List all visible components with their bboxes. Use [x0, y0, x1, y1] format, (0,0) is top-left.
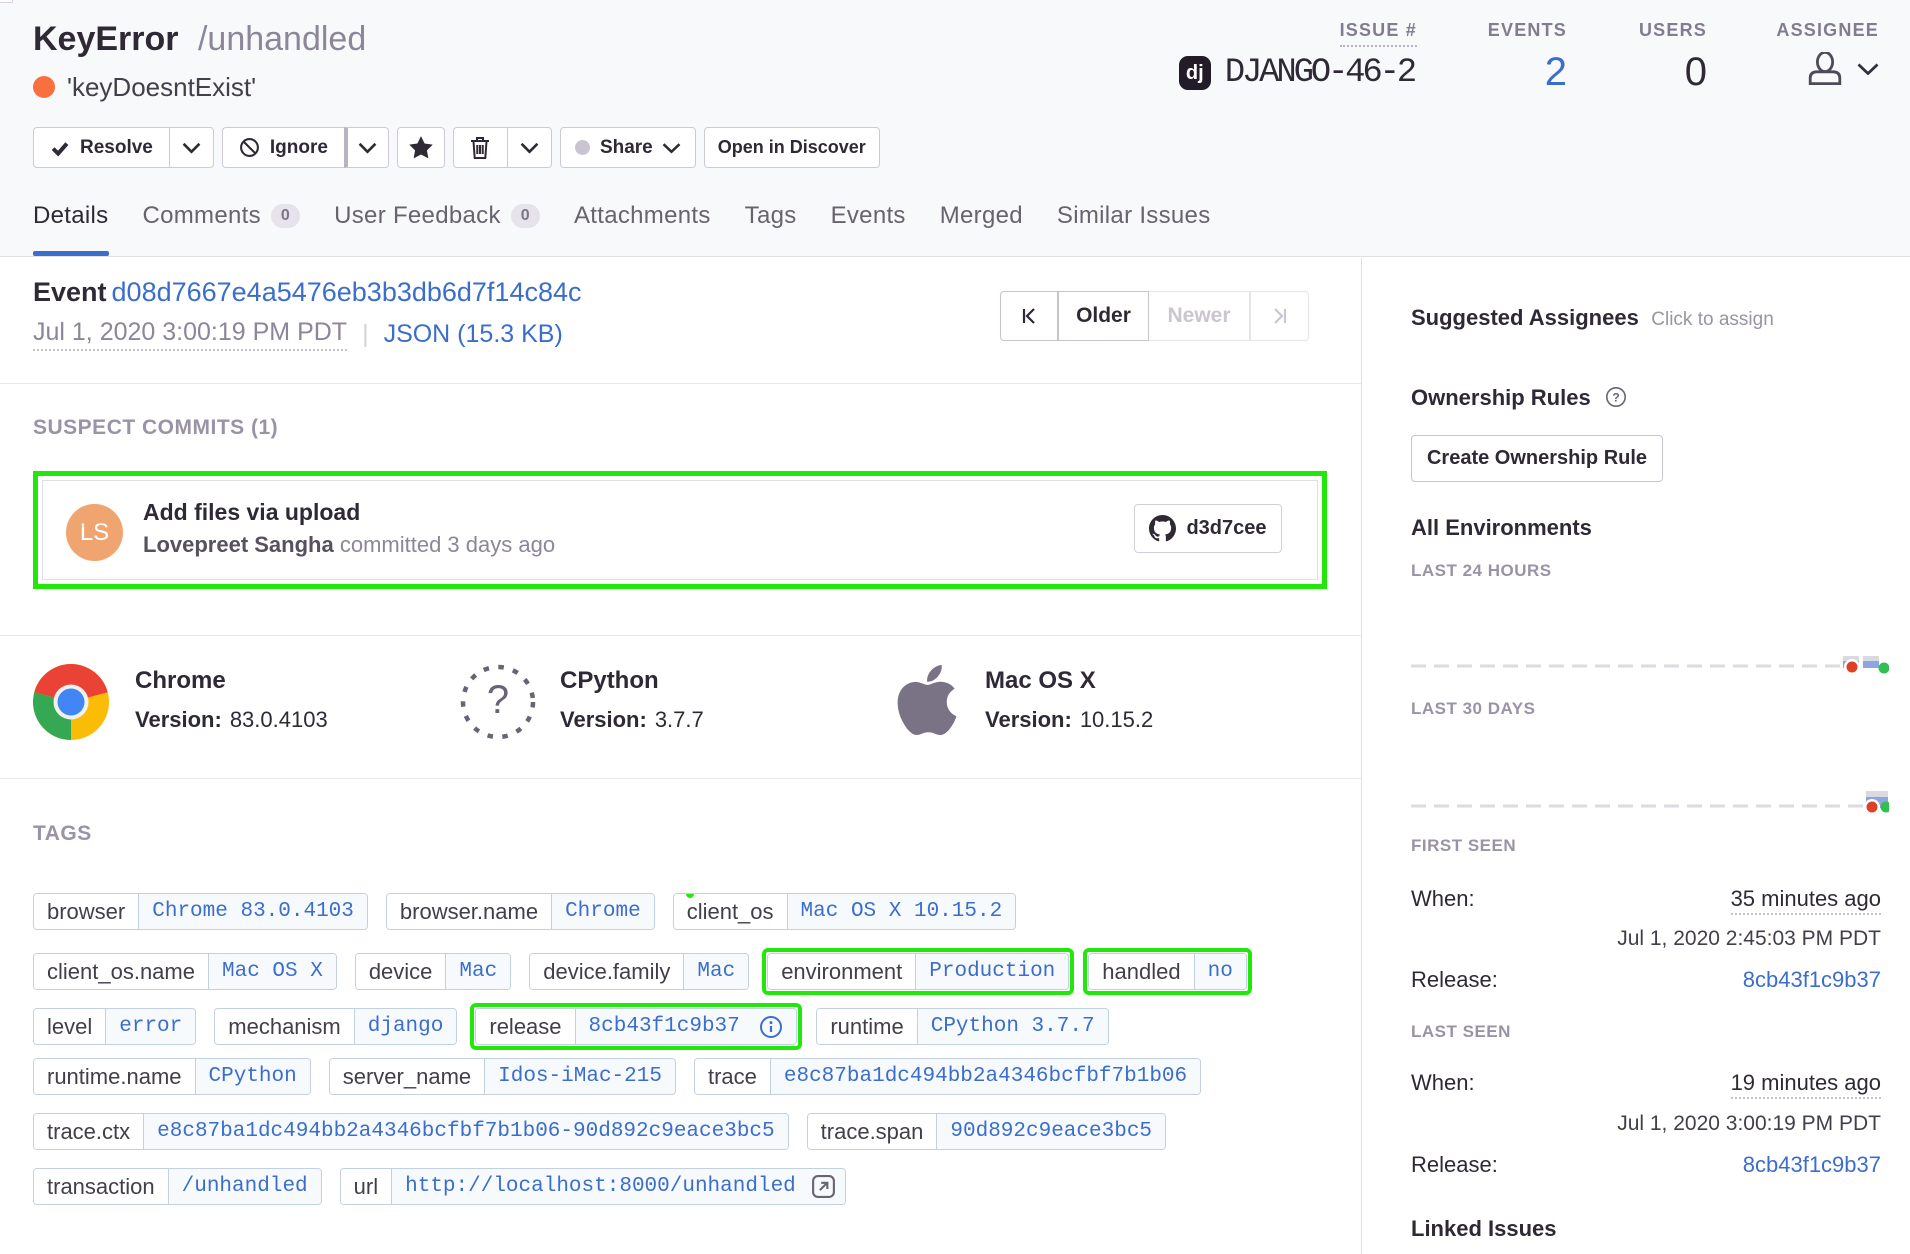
svg-text:?: ? [1613, 391, 1620, 405]
